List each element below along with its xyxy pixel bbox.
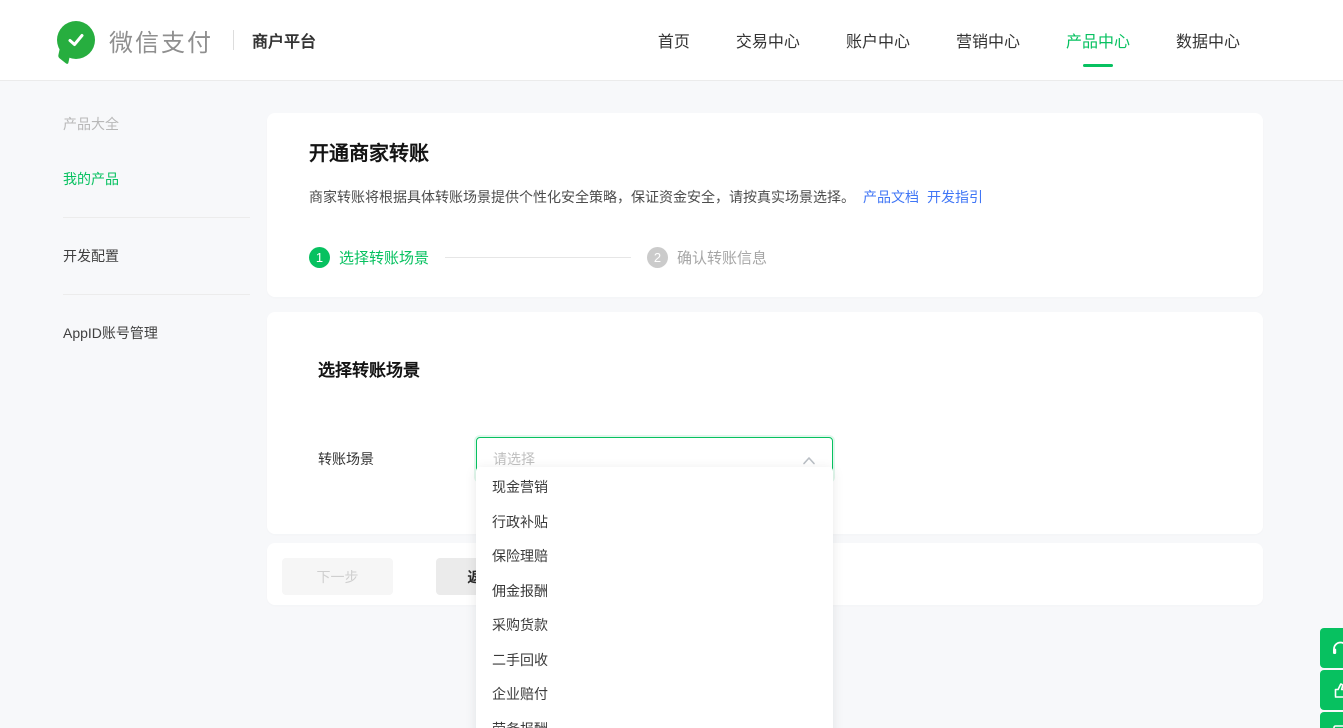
customer-service-button[interactable] — [1320, 628, 1343, 668]
sidebar-item-appid-management[interactable]: AppID账号管理 — [63, 326, 250, 340]
dropdown-option-procurement[interactable]: 采购货款 — [476, 608, 833, 643]
customer-service-icon — [1330, 638, 1343, 658]
brand-divider — [233, 30, 234, 50]
feedback-button[interactable] — [1320, 670, 1343, 710]
floating-button-stack — [1320, 628, 1343, 728]
sidebar-divider — [63, 294, 250, 295]
description-text: 商家转账将根据具体转账场景提供个性化安全策略，保证资金安全，请按真实场景选择。 — [309, 189, 855, 205]
nav-item-account[interactable]: 账户中心 — [823, 0, 933, 80]
sidebar-divider — [63, 217, 250, 218]
intro-card: 开通商家转账 商家转账将根据具体转账场景提供个性化安全策略，保证资金安全，请按真… — [267, 113, 1263, 297]
step-1-label: 选择转账场景 — [339, 247, 429, 268]
sidebar-item-dev-config[interactable]: 开发配置 — [63, 249, 250, 263]
sidebar-section-label: 产品大全 — [63, 108, 250, 140]
step-2-label: 确认转账信息 — [677, 247, 767, 268]
brand-name: 微信支付 — [109, 23, 213, 58]
portal-name: 商户平台 — [252, 28, 316, 52]
dropdown-option-commission[interactable]: 佣金报酬 — [476, 574, 833, 609]
step-1: 1 选择转账场景 — [309, 247, 429, 268]
next-step-button[interactable]: 下一步 — [282, 558, 393, 595]
checkmark-icon — [64, 28, 88, 52]
step-connector-line — [445, 257, 631, 258]
wechat-pay-logo-icon — [57, 21, 95, 59]
step-1-number: 1 — [309, 247, 330, 268]
brand: 微信支付 商户平台 — [57, 21, 316, 59]
nav-item-home[interactable]: 首页 — [635, 0, 713, 80]
dropdown-option-secondhand-recycle[interactable]: 二手回收 — [476, 643, 833, 678]
page-description: 商家转账将根据具体转账场景提供个性化安全策略，保证资金安全，请按真实场景选择。产… — [309, 187, 1221, 207]
select-placeholder: 请选择 — [493, 449, 535, 469]
panel-icon — [1330, 722, 1343, 728]
more-tools-button[interactable] — [1320, 712, 1343, 728]
merchant-platform-page: 微信支付 商户平台 首页 交易中心 账户中心 营销中心 产品中心 数据中心 产品… — [0, 0, 1343, 728]
sidebar-item-my-products[interactable]: 我的产品 — [63, 172, 250, 186]
dropdown-option-labor-remuneration[interactable]: 劳务报酬 — [476, 712, 833, 728]
dropdown-option-insurance-claim[interactable]: 保险理赔 — [476, 539, 833, 574]
nav-item-products[interactable]: 产品中心 — [1043, 0, 1153, 80]
dev-guide-link[interactable]: 开发指引 — [927, 189, 983, 205]
dropdown-option-enterprise-compensation[interactable]: 企业赔付 — [476, 677, 833, 712]
transfer-scene-dropdown: 现金营销 行政补贴 保险理赔 佣金报酬 采购货款 二手回收 企业赔付 劳务报酬 — [476, 467, 833, 728]
page-title: 开通商家转账 — [309, 137, 1221, 166]
top-header: 微信支付 商户平台 首页 交易中心 账户中心 营销中心 产品中心 数据中心 — [0, 0, 1343, 81]
thumbs-up-icon — [1330, 680, 1343, 700]
nav-item-data[interactable]: 数据中心 — [1153, 0, 1263, 80]
step-2: 2 确认转账信息 — [647, 247, 767, 268]
nav-item-marketing[interactable]: 营销中心 — [933, 0, 1043, 80]
transfer-scene-label: 转账场景 — [318, 449, 476, 469]
form-heading: 选择转账场景 — [318, 356, 1212, 381]
sidebar: 产品大全 我的产品 开发配置 AppID账号管理 — [63, 108, 250, 340]
product-doc-link[interactable]: 产品文档 — [863, 189, 919, 205]
dropdown-option-admin-subsidy[interactable]: 行政补贴 — [476, 505, 833, 540]
step-2-number: 2 — [647, 247, 668, 268]
dropdown-option-cash-marketing[interactable]: 现金营销 — [476, 470, 833, 505]
chevron-up-icon — [802, 456, 816, 465]
main-nav: 首页 交易中心 账户中心 营销中心 产品中心 数据中心 — [635, 0, 1263, 80]
nav-item-transactions[interactable]: 交易中心 — [713, 0, 823, 80]
step-indicator: 1 选择转账场景 2 确认转账信息 — [309, 247, 1221, 268]
